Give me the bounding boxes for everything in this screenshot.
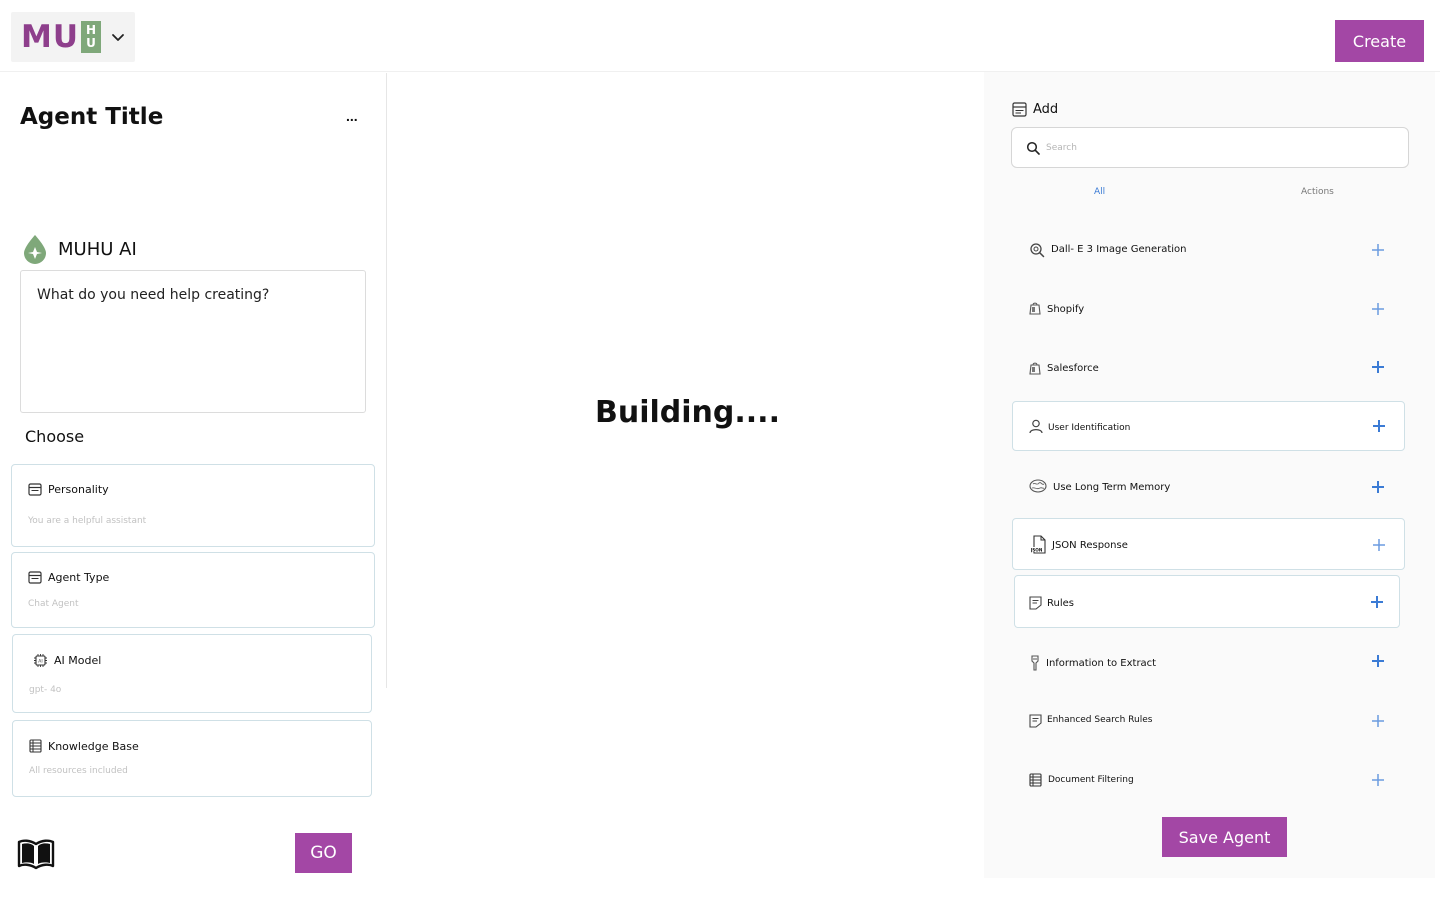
option-value: Chat Agent [28,599,79,609]
search-input[interactable] [1046,142,1386,153]
add-header: Add [1012,102,1058,117]
rules-icon [1029,596,1042,610]
tab-all[interactable]: All [1094,187,1105,197]
tool-shopify[interactable]: Shopify [1012,290,1410,328]
plus-icon[interactable] [1371,243,1385,257]
tab-actions[interactable]: Actions [1301,187,1334,197]
plus-icon[interactable] [1371,480,1385,494]
tool-json-response[interactable]: JSON JSON Response [1012,518,1405,570]
save-agent-button[interactable]: Save Agent [1162,817,1287,857]
ai-chip-icon: AI [34,654,47,667]
option-header: Knowledge Base [29,739,139,753]
plus-icon[interactable] [1372,419,1386,433]
option-value: You are a helpful assistant [28,516,147,526]
panel-icon [28,483,42,496]
rules-icon [1029,714,1042,728]
left-panel-divider [386,73,387,688]
tool-rules[interactable]: Rules [1014,575,1400,628]
choose-label: Choose [25,427,85,446]
panel-icon [28,571,42,584]
option-personality[interactable]: Personality You are a helpful assistant [11,464,375,547]
tool-long-term-memory[interactable]: Use Long Term Memory [1012,468,1410,506]
tool-label: Information to Extract [1046,658,1157,669]
panel-icon [1012,102,1027,117]
option-knowledge-base[interactable]: Knowledge Base All resources included [12,720,372,797]
option-title: Agent Type [48,571,110,584]
tool-information-to-extract[interactable]: Information to Extract [1012,645,1410,683]
bag-icon [1029,301,1041,315]
option-ai-model[interactable]: AI AI Model gpt- 4o [12,634,372,713]
tool-enhanced-search-rules[interactable]: Enhanced Search Rules [1012,703,1410,741]
tool-user-identification[interactable]: User Identification [1012,401,1405,451]
prompt-input[interactable]: What do you need help creating? [20,270,366,413]
search-box [1011,127,1409,168]
logo-badge-bottom: U [86,36,96,50]
user-icon [1029,419,1043,434]
option-title: Personality [48,483,109,496]
logo-text: MU [21,18,80,55]
plus-icon[interactable] [1371,654,1385,668]
option-value: All resources included [29,766,128,776]
option-value: gpt- 4o [29,685,62,695]
option-header: Agent Type [28,571,109,584]
plus-icon[interactable] [1371,773,1385,787]
plus-icon[interactable] [1372,538,1386,552]
option-title: Knowledge Base [48,739,139,753]
chevron-down-icon [112,34,124,41]
ai-header: MUHU AI [22,234,137,264]
tool-label: Use Long Term Memory [1053,482,1171,493]
tool-salesforce[interactable]: Salesforce [1012,349,1410,387]
muhu-ai-logo-icon [24,235,46,264]
top-bar: MU H U Create [0,0,1440,72]
tool-label: User Identification [1048,423,1131,433]
tool-label: Document Filtering [1048,775,1134,785]
brain-icon [1029,479,1047,493]
image-search-icon [1029,242,1045,258]
tool-label: Salesforce [1047,363,1099,374]
agent-title[interactable]: Agent Title [20,104,163,130]
go-button[interactable]: GO [295,833,352,873]
plus-icon[interactable] [1371,302,1385,316]
tool-label: Rules [1047,598,1074,609]
more-options-button[interactable]: ... [346,108,358,124]
bag-icon [1029,361,1041,375]
document-icon [1029,773,1042,787]
app-root: MU H U Create Agent Title ... MUHU AI Wh… [0,0,1440,900]
plus-icon[interactable] [1371,714,1385,728]
workspace-switcher[interactable]: MU H U [11,12,135,62]
tool-dalle-image-generation[interactable]: Dall- E 3 Image Generation [1012,230,1410,270]
logo-badge: H U [81,21,102,53]
building-status: Building.... [595,395,780,430]
json-file-icon: JSON [1031,535,1047,554]
list-icon [29,739,42,753]
svg-text:AI: AI [38,659,42,665]
option-header: AI AI Model [33,653,101,668]
tool-label: Shopify [1047,304,1085,315]
plus-icon[interactable] [1371,360,1385,374]
extract-icon [1030,655,1040,671]
option-title: AI Model [54,654,102,667]
ai-label: MUHU AI [58,238,137,260]
tool-label: JSON Response [1052,540,1128,551]
create-button[interactable]: Create [1335,20,1424,62]
tool-label: Dall- E 3 Image Generation [1051,244,1187,255]
search-icon [1026,141,1040,155]
tools-panel: Add All Actions Dall- E 3 Image Generati… [984,72,1435,878]
tool-label: Enhanced Search Rules [1047,715,1153,725]
svg-text:JSON: JSON [1031,548,1043,553]
plus-icon[interactable] [1370,595,1384,609]
option-agent-type[interactable]: Agent Type Chat Agent [11,552,375,628]
book-icon[interactable] [17,838,55,870]
option-header: Personality [28,483,109,496]
add-label: Add [1033,102,1059,117]
tool-document-filtering[interactable]: Document Filtering [1012,762,1410,800]
